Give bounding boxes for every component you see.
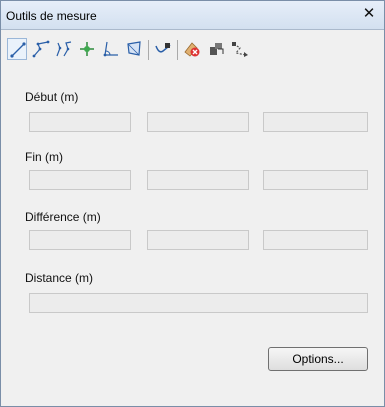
window-bottom-edge [1, 400, 384, 406]
start-x-field[interactable] [29, 112, 131, 132]
start-y-field[interactable] [147, 112, 249, 132]
difference-label: Différence (m) [25, 210, 101, 224]
difference-z-field[interactable] [263, 230, 368, 250]
end-x-field[interactable] [29, 170, 131, 190]
clear-measure-icon[interactable] [182, 38, 202, 60]
measure-polyline-icon[interactable] [31, 38, 51, 60]
measure-area-icon[interactable] [124, 38, 144, 60]
export-measure-icon[interactable] [206, 38, 226, 60]
end-z-field[interactable] [263, 170, 368, 190]
close-icon[interactable]: ✕ [360, 5, 378, 23]
measure-tools-window: Outils de mesure ✕ Début (m) Fin (m) Dif… [0, 0, 385, 407]
toolbar-separator [148, 40, 149, 60]
difference-y-field[interactable] [147, 230, 249, 250]
distance-label: Distance (m) [25, 271, 94, 285]
difference-x-field[interactable] [29, 230, 131, 250]
measure-line-icon[interactable] [7, 38, 27, 60]
measure-toolbar [7, 38, 367, 68]
measure-point-icon[interactable] [77, 38, 97, 60]
start-label: Début (m) [25, 90, 79, 104]
title-bar[interactable]: Outils de mesure ✕ [1, 1, 384, 30]
distance-field[interactable] [29, 293, 368, 313]
profile-path-icon[interactable] [153, 38, 173, 60]
window-title: Outils de mesure [6, 9, 97, 23]
start-z-field[interactable] [263, 112, 368, 132]
measure-route-icon[interactable] [230, 38, 250, 60]
measure-angle-icon[interactable] [101, 38, 121, 60]
end-label: Fin (m) [25, 150, 63, 164]
measure-multi-line-icon[interactable] [54, 38, 74, 60]
options-button[interactable]: Options... [268, 347, 368, 371]
toolbar-separator [177, 40, 178, 60]
end-y-field[interactable] [147, 170, 249, 190]
